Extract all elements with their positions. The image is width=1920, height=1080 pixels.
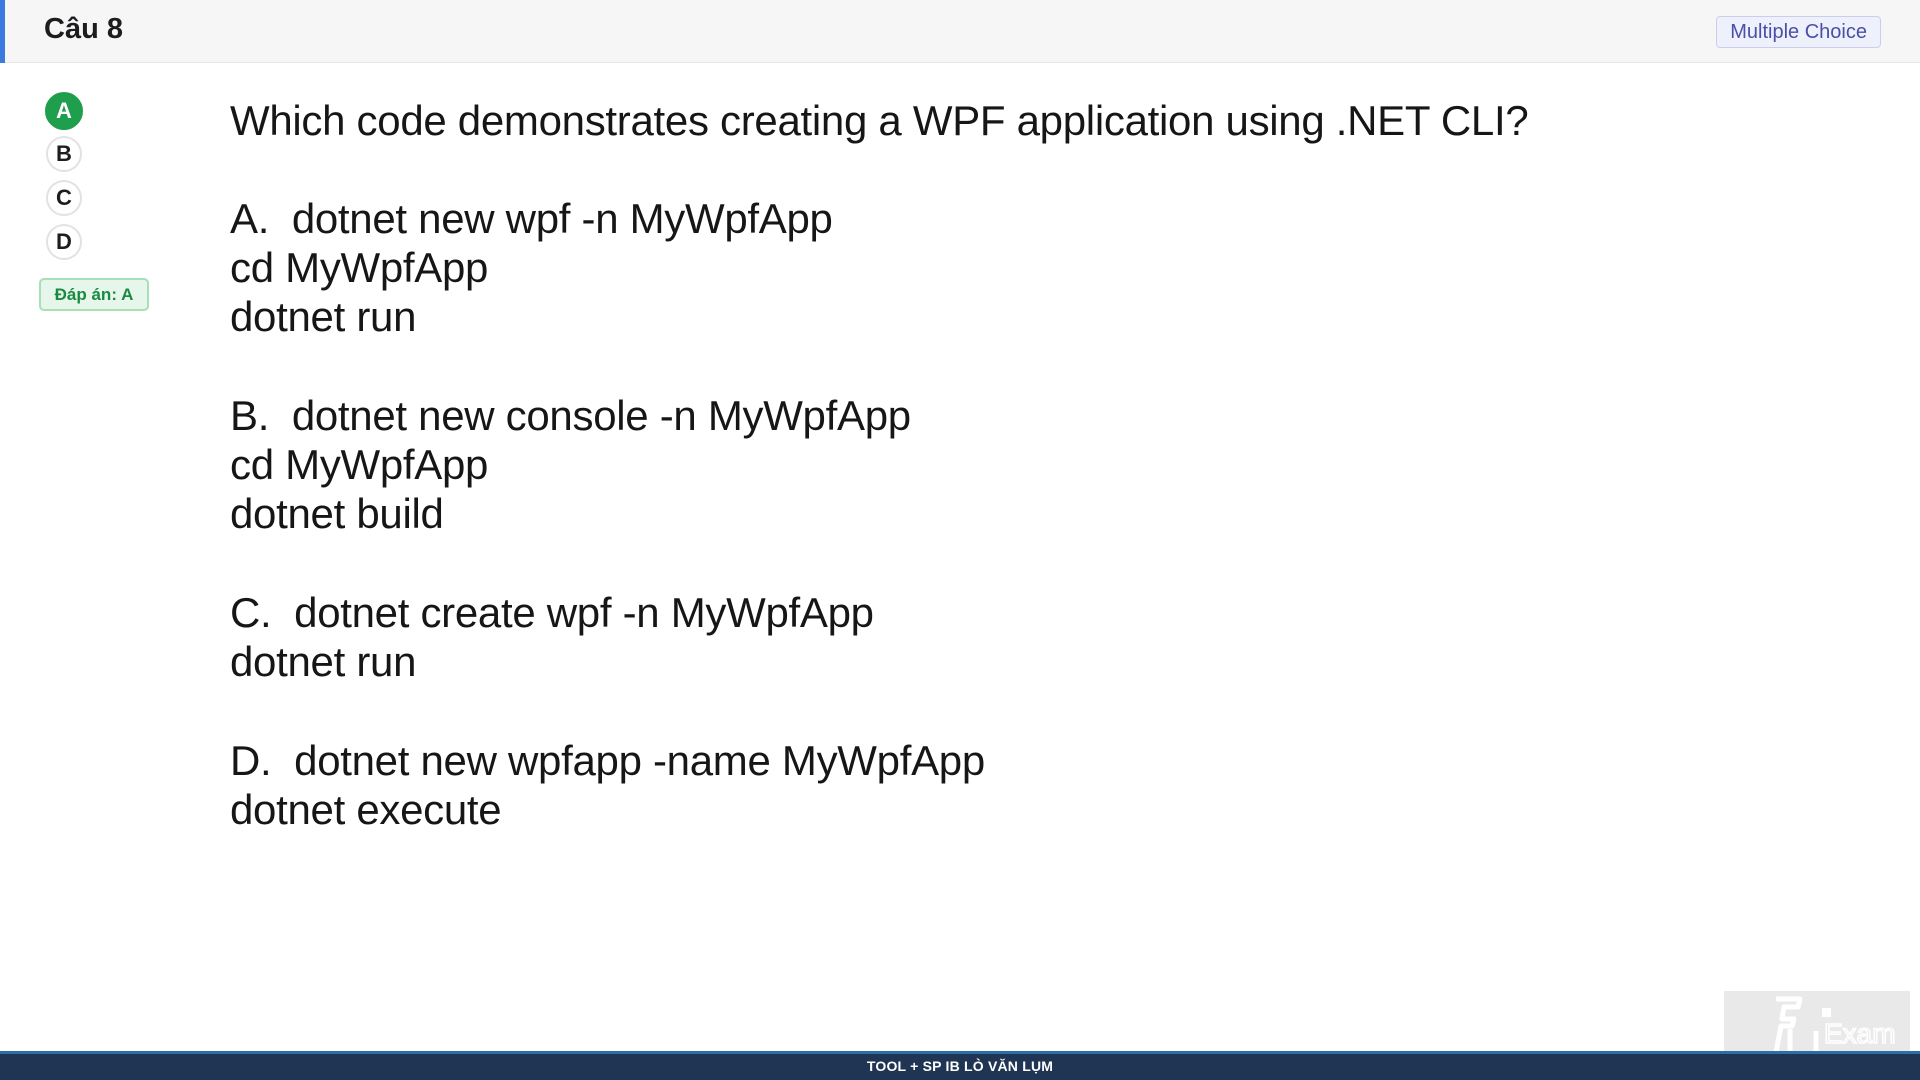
option-selector: A B C D: [45, 92, 86, 268]
choice-d: D. dotnet new wpfapp -name MyWpfApp dotn…: [230, 736, 1730, 834]
question-number: Câu 8: [44, 13, 123, 45]
choice-line: C. dotnet create wpf -n MyWpfApp: [230, 589, 874, 636]
choice-line: dotnet build: [230, 490, 444, 537]
choice-line: dotnet execute: [230, 786, 502, 833]
choice-line: B. dotnet new console -n MyWpfApp: [230, 392, 911, 439]
option-c-button[interactable]: C: [46, 180, 82, 216]
choice-b: B. dotnet new console -n MyWpfApp cd MyW…: [230, 391, 1730, 538]
watermark-text: Exam: [1824, 1018, 1896, 1049]
choice-line: cd MyWpfApp: [230, 441, 489, 488]
answer-badge: Đáp án: A: [39, 278, 149, 311]
footer-bar: TOOL + SP IB LÒ VĂN LỤM: [0, 1051, 1920, 1080]
choice-line: D. dotnet new wpfapp -name MyWpfApp: [230, 737, 985, 784]
question-type-badge: Multiple Choice: [1716, 16, 1881, 48]
question-header: Câu 8 Multiple Choice: [0, 0, 1920, 63]
choice-line: dotnet run: [230, 638, 417, 685]
question-text: Which code demonstrates creating a WPF a…: [230, 97, 1529, 144]
choice-line: A. dotnet new wpf -n MyWpfApp: [230, 195, 833, 242]
choice-a: A. dotnet new wpf -n MyWpfApp cd MyWpfAp…: [230, 194, 1730, 341]
option-b-button[interactable]: B: [46, 136, 82, 172]
option-d-button[interactable]: D: [46, 224, 82, 260]
choice-line: dotnet run: [230, 293, 417, 340]
header-accent-bar: [0, 0, 5, 63]
choice-line: cd MyWpfApp: [230, 244, 489, 291]
choice-c: C. dotnet create wpf -n MyWpfApp dotnet …: [230, 588, 1730, 686]
footer-text: TOOL + SP IB LÒ VĂN LỤM: [866, 1058, 1054, 1074]
option-a-button[interactable]: A: [45, 92, 83, 130]
question-content: Which code demonstrates creating a WPF a…: [230, 96, 1730, 884]
